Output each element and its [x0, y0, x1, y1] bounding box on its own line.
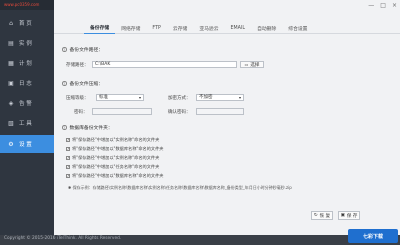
save-button-label: 保 存 [346, 213, 358, 219]
sidebar-item-alert[interactable]: ◈ 告 警 [0, 94, 54, 112]
sidebar-item-label: 工 具 [19, 121, 32, 127]
tab-general-settings[interactable]: 综合设置 [282, 22, 313, 34]
watermark: www.pc0359.com [4, 2, 40, 7]
compression-level-select[interactable]: 标准 [96, 94, 144, 101]
help-icon: ? [62, 81, 67, 86]
sidebar-item-settings[interactable]: ⚙ 设 置 [0, 135, 54, 153]
example-text: 保存示例：存储路径\实例名称\数据库名称\实例名称\任务名称\数据库名称\数据库… [72, 185, 292, 190]
bell-icon: ◈ [8, 99, 14, 107]
folder-option-row[interactable]: ✓ 将"保存路径"中增加以"数据库名称"命名的文件夹 [66, 173, 163, 179]
chevron-down-icon [239, 97, 241, 99]
selected-value: 标准 [99, 95, 108, 100]
save-button[interactable]: ▣ 保 存 [338, 211, 360, 220]
sidebar-item-label: 首 页 [19, 21, 32, 27]
password-input[interactable] [92, 108, 152, 115]
help-icon: ? [62, 47, 67, 52]
folder-section-title: ? 数据库备份文件夹： [62, 124, 113, 131]
folder-option-row[interactable]: ✓ 将"保存路径"中增加以"实例名称"命名的文件夹 [66, 155, 159, 161]
section-title-text: 备份文件压缩： [69, 82, 104, 87]
gear-icon: ⚙ [8, 140, 14, 148]
sidebar: www.pc0359.com ⌂ 首 页 ▤ 实 例 ▦ 计 划 ▣ 日 志 ◈… [0, 0, 54, 235]
window-controls: — □ × [368, 2, 397, 9]
backup-path-section-title: ? 备份文件路径： [62, 46, 103, 53]
checkbox[interactable]: ✓ [66, 156, 70, 160]
tab-amazon-cloud[interactable]: 亚马逊云 [193, 22, 224, 34]
compression-level-label: 压缩等级： [66, 96, 89, 101]
browse-button-label: 选择 [250, 62, 260, 68]
restore-button-label: 恢 复 [319, 213, 331, 219]
maximize-button[interactable]: □ [380, 2, 386, 9]
checkbox[interactable]: ✓ [66, 165, 70, 169]
tab-ftp[interactable]: FTP [146, 22, 167, 34]
path-input[interactable]: C:\BAK [92, 61, 237, 68]
tab-email[interactable]: EMAIL [225, 22, 252, 34]
folder-option-label: 将"保存路径"中增加以"数据库名称"命名的文件夹 [72, 173, 164, 178]
settings-tabs: 备份存储 网络存储 FTP 云存储 亚马逊云 EMAIL 自动删除 综合设置 [54, 22, 400, 34]
tab-cloud-storage[interactable]: 云存储 [167, 22, 193, 34]
checkbox[interactable]: ✓ [66, 138, 70, 142]
sidebar-item-home[interactable]: ⌂ 首 页 [0, 14, 54, 32]
tab-backup-storage[interactable]: 备份存储 [84, 22, 116, 34]
restore-button[interactable]: ↻ 恢 复 [311, 211, 333, 220]
sidebar-item-instances[interactable]: ▤ 实 例 [0, 34, 54, 52]
database-icon: ▤ [8, 39, 14, 47]
minimize-button[interactable]: — [368, 2, 374, 9]
close-button[interactable]: × [392, 2, 397, 9]
sidebar-item-plan[interactable]: ▦ 计 划 [0, 54, 54, 72]
sidebar-item-label: 设 置 [19, 142, 32, 148]
folder-option-row[interactable]: ✓ 将"保存路径"中增加以"数据库名称"命名的文件夹 [66, 146, 163, 152]
tool-icon: ▧ [8, 119, 14, 127]
app-window: www.pc0359.com ⌂ 首 页 ▤ 实 例 ▦ 计 划 ▣ 日 志 ◈… [0, 0, 400, 235]
confirm-password-input[interactable] [196, 108, 244, 115]
info-icon: ✱ [68, 185, 72, 190]
path-label: 存储路径： [66, 63, 89, 68]
sidebar-item-label: 实 例 [19, 41, 32, 47]
calendar-icon: ▦ [8, 59, 14, 67]
section-title-text: 备份文件路径： [69, 48, 104, 53]
sidebar-item-label: 告 警 [19, 101, 32, 107]
folder-option-label: 将"保存路径"中增加以"实例名称"命名的文件夹 [72, 155, 160, 160]
section-title-text: 数据库备份文件夹： [69, 126, 113, 131]
example-hint: ✱ 保存示例：存储路径\实例名称\数据库名称\实例名称\任务名称\数据库名称\数… [68, 185, 292, 191]
title-bar: — □ × [54, 0, 400, 12]
checkbox[interactable]: ✓ [66, 147, 70, 151]
compression-section-title: ? 备份文件压缩： [62, 80, 103, 87]
restore-icon: ↻ [313, 213, 318, 218]
chevron-down-icon [139, 97, 141, 99]
help-icon: ? [62, 125, 67, 130]
home-icon: ⌂ [9, 19, 13, 27]
log-icon: ▣ [8, 79, 14, 87]
folder-option-label: 将"保存路径"中增加以"实例名称"命名的文件夹 [72, 137, 160, 142]
folder-icon: ▭ [244, 62, 249, 67]
tab-network-storage[interactable]: 网络存储 [115, 22, 146, 34]
selected-value: 不加密 [199, 95, 213, 100]
folder-option-label: 将"保存路径"中增加以"任务名称"命名的文件夹 [72, 164, 160, 169]
sidebar-item-tools[interactable]: ▧ 工 具 [0, 114, 54, 132]
copyright: Copyright © 2015-2016 iTelThink. All Rig… [4, 236, 122, 241]
folder-option-label: 将"保存路径"中增加以"数据库名称"命名的文件夹 [72, 146, 164, 151]
save-icon: ▣ [340, 213, 345, 218]
browse-button[interactable]: ▭ 选择 [240, 61, 264, 68]
brand-logo: 七彩下载 [348, 229, 398, 243]
sidebar-item-label: 日 志 [19, 81, 32, 87]
encryption-select[interactable]: 不加密 [196, 94, 244, 101]
sidebar-item-log[interactable]: ▣ 日 志 [0, 74, 54, 92]
tab-auto-delete[interactable]: 自动删除 [251, 22, 282, 34]
sidebar-item-label: 计 划 [19, 61, 32, 67]
folder-option-row[interactable]: ✓ 将"保存路径"中增加以"实例名称"命名的文件夹 [66, 137, 159, 143]
password-label: 密码： [74, 110, 88, 115]
encryption-label: 加密方式： [168, 96, 191, 101]
checkbox[interactable]: ✓ [66, 174, 70, 178]
folder-option-row[interactable]: ✓ 将"保存路径"中增加以"任务名称"命名的文件夹 [66, 164, 159, 170]
confirm-password-label: 确认密码： [168, 110, 191, 115]
